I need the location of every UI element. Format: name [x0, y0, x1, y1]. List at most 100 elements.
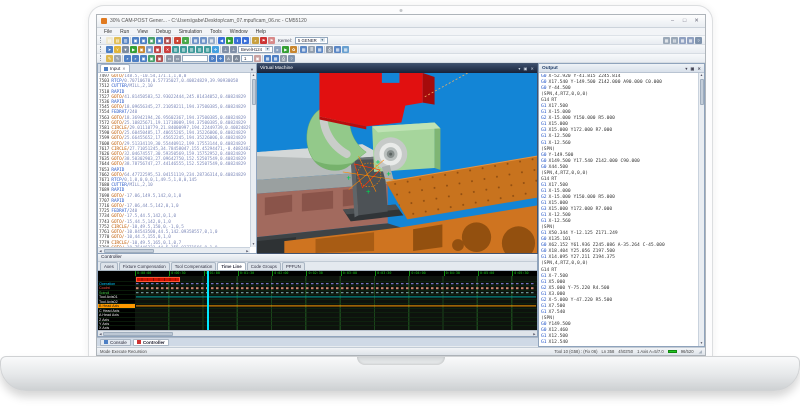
toolbar-icon[interactable]: ✛	[217, 54, 224, 62]
chevron-down-icon[interactable]: ▼	[265, 47, 271, 51]
toolbar-icon[interactable]: ✛	[212, 45, 219, 53]
toolbar-icon[interactable]: ▦	[300, 45, 308, 53]
menu-item[interactable]: Simulation	[179, 29, 202, 35]
timeline-row-track[interactable]	[135, 276, 537, 281]
toolbar-icon[interactable]: ▶	[282, 45, 290, 53]
timeline-row-label[interactable]: Operation	[98, 282, 135, 286]
toolbar-icon[interactable]: ▦	[192, 36, 199, 44]
toolbar-grip[interactable]	[100, 37, 103, 43]
toolbar-icon[interactable]: ▣	[146, 45, 153, 53]
scrollbar-thumb[interactable]	[699, 79, 704, 105]
resize-grip-icon[interactable]: ◢	[699, 349, 702, 355]
controller-tab[interactable]: Code Groups	[246, 262, 281, 270]
timeline-row-label[interactable]	[98, 276, 135, 281]
toolbar-icon[interactable]	[162, 45, 163, 53]
chevron-down-icon[interactable]: ▼	[319, 38, 325, 42]
scroll-right-icon[interactable]: ▶	[245, 249, 250, 253]
toolbar-icon[interactable]: ▥	[122, 36, 129, 44]
toolbar-icon[interactable]: ⎙	[326, 45, 334, 53]
toolbar-icon[interactable]: ✎	[114, 54, 121, 62]
toolbar-icon[interactable]: ⊥	[222, 45, 229, 53]
toolbar-icon[interactable]: ▥	[172, 45, 179, 53]
dock-tab[interactable]: Controller	[132, 338, 169, 346]
menu-item[interactable]: Debug	[156, 29, 171, 35]
toolbar-icon[interactable]	[220, 45, 221, 53]
scroll-down-icon[interactable]: ▼	[700, 341, 703, 346]
toolbar-icon[interactable]: ⟳	[209, 54, 216, 62]
toolbar-icon[interactable]: ▣	[156, 54, 163, 62]
menu-item[interactable]: View	[137, 29, 148, 35]
toolbar-input[interactable]	[182, 54, 208, 62]
bevel-combobox[interactable]: BevelH124 ▼	[238, 45, 274, 53]
timeline-row-track[interactable]	[135, 326, 537, 329]
timeline[interactable]: 0:00:00 0:00:30 0:01:00 0:01:30 0:02:00 0:02:…	[98, 271, 537, 330]
toolbar-icon[interactable]: ▣	[148, 54, 155, 62]
toolbar-icon[interactable]: ▦	[663, 36, 670, 44]
scroll-left-icon[interactable]: ◀	[98, 249, 103, 253]
tab-input[interactable]: Input ✕	[100, 64, 130, 72]
toolbar-icon[interactable]: ⌕	[124, 54, 131, 62]
toolbar-icon[interactable]: ▣	[148, 36, 155, 44]
timeline-row-label[interactable]: Tool Axis01	[98, 295, 135, 299]
toolbar-icon[interactable]: ▭	[174, 54, 181, 62]
timeline-hscrollbar[interactable]: ◀ ▶	[98, 330, 537, 336]
scrollbar-thumb[interactable]	[104, 248, 154, 253]
controller-header[interactable]: Controller	[98, 254, 537, 262]
timeline-row-track[interactable]	[135, 304, 537, 307]
timeline-cursor[interactable]	[207, 271, 209, 330]
toolbar-icon[interactable]: ➤	[106, 45, 113, 53]
toolbar-icon[interactable]: ▤	[671, 36, 678, 44]
toolbar-icon[interactable]: ‖	[234, 36, 241, 44]
scroll-right-icon[interactable]: ▶	[532, 332, 537, 336]
toolbar-icon[interactable]	[130, 36, 131, 44]
menu-item[interactable]: File	[104, 29, 112, 35]
toolbar-icon[interactable]	[122, 54, 123, 62]
toolbar-icon[interactable]: ✿	[290, 45, 298, 53]
operation-blocks[interactable]	[136, 276, 180, 282]
toolbar-stepper[interactable]: 1	[241, 54, 253, 62]
toolbar-icon[interactable]: ▶	[130, 45, 137, 53]
vertical-scrollbar[interactable]: ▲ ▼	[250, 73, 256, 247]
machine-3d-viewport[interactable]	[257, 73, 537, 253]
toolbar-icon[interactable]: ▥	[204, 45, 211, 53]
scrollbar-thumb[interactable]	[251, 79, 256, 105]
panel-button[interactable]: ▾	[685, 66, 687, 71]
toolbar-icon[interactable]: A	[233, 54, 240, 62]
timeline-row-track[interactable]	[135, 318, 537, 321]
toolbar-icon[interactable]: ▦	[272, 54, 279, 62]
toolbar-icon[interactable]: ⊥	[230, 45, 237, 53]
panel-button[interactable]: ▾	[518, 66, 520, 71]
menu-item[interactable]: Run	[120, 29, 129, 35]
timeline-row-track[interactable]	[135, 322, 537, 325]
virtual-machine-header[interactable]: Virtual Machine ▾ ▣ ✕	[257, 64, 537, 73]
toolbar-icon[interactable]: ⌕	[132, 54, 139, 62]
toolbar-icon[interactable]: ▶	[242, 36, 249, 44]
toolbar-icon[interactable]: ▦	[334, 45, 342, 53]
toolbar-icon[interactable]: ▦	[342, 45, 350, 53]
timeline-row-label[interactable]: Y Axis	[98, 321, 135, 326]
toolbar-icon[interactable]: ▣	[254, 54, 261, 62]
toolbar-icon[interactable]: ▶	[226, 36, 233, 44]
toolbar-icon[interactable]: ▣	[164, 36, 171, 44]
toolbar-icon[interactable]: ◀	[218, 36, 225, 44]
timeline-row-label[interactable]: A Head Axis	[98, 313, 135, 317]
timeline-row-track[interactable]	[135, 291, 537, 294]
toolbar-icon[interactable]: ⎙	[280, 54, 287, 62]
timeline-row-track[interactable]	[135, 286, 537, 289]
toolbar-icon[interactable]: ▤	[114, 36, 121, 44]
toolbar-icon[interactable]: ✕	[164, 45, 171, 53]
toolbar-icon[interactable]: ▦	[208, 36, 215, 44]
window-control-button[interactable]: □	[680, 18, 689, 24]
toolbar-icon[interactable]: ▦	[687, 36, 694, 44]
scroll-down-icon[interactable]: ▼	[252, 242, 255, 247]
timeline-row-label[interactable]: Coolnt	[98, 286, 135, 290]
controller-tab[interactable]: Tool Compensation	[170, 262, 217, 270]
timeline-row-label[interactable]: Spindl	[98, 290, 135, 295]
toolbar-icon[interactable]: ●	[174, 36, 181, 44]
toolbar-icon[interactable]: ▦	[316, 45, 324, 53]
toolbar-icon[interactable]: A	[225, 54, 232, 62]
controller-tab[interactable]: PPFUN	[281, 262, 305, 270]
vertical-scrollbar[interactable]: ▲ ▼	[698, 73, 704, 346]
timeline-row-track[interactable]	[135, 295, 537, 298]
toolbar-icon[interactable]: ▣	[132, 36, 139, 44]
